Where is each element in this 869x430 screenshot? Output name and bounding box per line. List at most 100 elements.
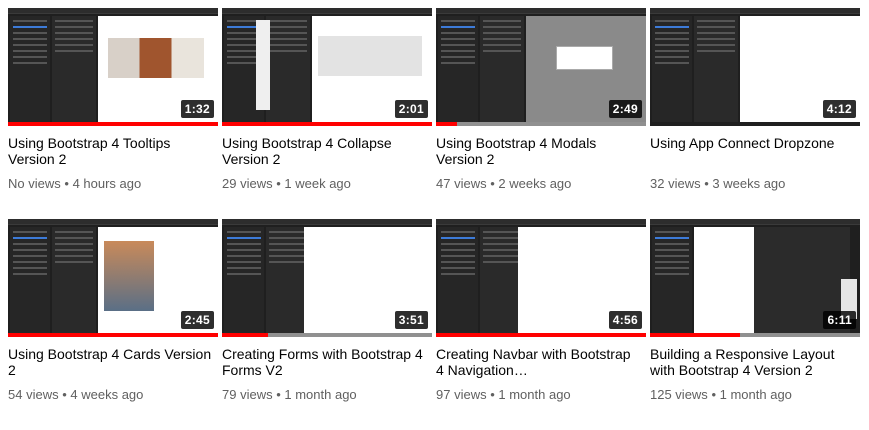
thumbnail-toolbar: [650, 8, 860, 14]
preview-image: [108, 38, 204, 78]
video-title[interactable]: Creating Navbar with Bootstrap 4 Navigat…: [436, 346, 641, 378]
video-card[interactable]: 3:51 Creating Forms with Bootstrap 4 For…: [222, 219, 432, 430]
duration-badge: 4:12: [822, 100, 856, 118]
view-count: 54 views: [8, 387, 59, 402]
video-title[interactable]: Using Bootstrap 4 Tooltips Version 2: [8, 135, 213, 167]
thumbnail-left-panel: [438, 227, 478, 333]
metadata-separator: •: [490, 176, 495, 191]
video-card[interactable]: 4:56 Creating Navbar with Bootstrap 4 Na…: [436, 219, 646, 430]
thumbnail-toolbar: [436, 219, 646, 225]
video-metadata: 79 views • 1 month ago: [222, 387, 432, 403]
duration-badge: 4:56: [608, 311, 642, 329]
video-title[interactable]: Using Bootstrap 4 Cards Version 2: [8, 346, 213, 378]
watch-progress-bar: [436, 122, 646, 126]
view-count: 29 views: [222, 176, 273, 191]
video-thumbnail[interactable]: 6:11: [650, 219, 860, 337]
video-metadata: No views • 4 hours ago: [8, 176, 218, 192]
preview-image: [104, 241, 154, 311]
view-count: 47 views: [436, 176, 487, 191]
thumbnail-properties-panel: [52, 227, 96, 333]
thumbnail-toolbar: [222, 219, 432, 225]
upload-age: 4 weeks ago: [70, 387, 144, 402]
video-metadata: 47 views • 2 weeks ago: [436, 176, 646, 192]
view-count: 32 views: [650, 176, 701, 191]
video-title[interactable]: Using Bootstrap 4 Modals Version 2: [436, 135, 641, 167]
view-count: 125 views: [650, 387, 708, 402]
video-thumbnail[interactable]: 2:45: [8, 219, 218, 337]
thumbnail-toolbar: [8, 219, 218, 225]
thumbnail-properties-panel: [480, 16, 524, 122]
duration-badge: 6:11: [823, 311, 856, 329]
video-thumbnail[interactable]: 2:49: [436, 8, 646, 126]
video-thumbnail[interactable]: 2:01: [222, 8, 432, 126]
thumbnail-left-panel: [652, 16, 692, 122]
thumbnail-properties-panel: [266, 16, 310, 122]
view-count: No views: [8, 176, 61, 191]
video-title[interactable]: Using Bootstrap 4 Collapse Version 2: [222, 135, 427, 167]
video-metadata: 54 views • 4 weeks ago: [8, 387, 218, 403]
video-card[interactable]: 4:12 Using App Connect Dropzone 32 views…: [650, 8, 860, 219]
upload-age: 2 weeks ago: [498, 176, 572, 191]
metadata-separator: •: [704, 176, 709, 191]
watch-progress-fill: [8, 333, 218, 337]
duration-badge: 2:45: [180, 311, 214, 329]
video-title[interactable]: Creating Forms with Bootstrap 4 Forms V2: [222, 346, 427, 378]
metadata-separator: •: [276, 176, 281, 191]
video-metadata: 97 views • 1 month ago: [436, 387, 646, 403]
view-count: 97 views: [436, 387, 487, 402]
thumbnail-left-panel: [652, 227, 692, 333]
upload-age: 1 month ago: [498, 387, 571, 402]
thumbnail-toolbar: [650, 219, 860, 225]
watch-progress-bar: [8, 333, 218, 337]
thumbnail-left-panel: [10, 16, 50, 122]
video-metadata: 29 views • 1 week ago: [222, 176, 432, 192]
thumbnail-toolbar: [222, 8, 432, 14]
thumbnail-preview: [694, 227, 754, 333]
watch-progress-fill: [650, 333, 741, 337]
thumbnail-properties-panel: [694, 16, 738, 122]
video-card[interactable]: 2:01 Using Bootstrap 4 Collapse Version …: [222, 8, 432, 219]
thumbnail-left-panel: [10, 227, 50, 333]
video-thumbnail[interactable]: 3:51: [222, 219, 432, 337]
video-card[interactable]: 1:32 Using Bootstrap 4 Tooltips Version …: [8, 8, 218, 219]
video-metadata: 125 views • 1 month ago: [650, 387, 860, 403]
video-card[interactable]: 2:45 Using Bootstrap 4 Cards Version 2 5…: [8, 219, 218, 430]
view-count: 79 views: [222, 387, 273, 402]
upload-age: 1 month ago: [284, 387, 357, 402]
thumbnail-toolbar: [436, 8, 646, 14]
video-grid: 1:32 Using Bootstrap 4 Tooltips Version …: [8, 8, 860, 430]
thumbnail-left-panel: [224, 227, 264, 333]
metadata-separator: •: [64, 176, 69, 191]
preview-image: [318, 36, 422, 76]
preview-modal: [556, 46, 613, 70]
video-metadata: 32 views • 3 weeks ago: [650, 176, 860, 192]
duration-badge: 1:32: [180, 100, 214, 118]
watch-progress-fill: [222, 333, 269, 337]
video-title[interactable]: Building a Responsive Layout with Bootst…: [650, 346, 855, 378]
thumbnail-toolbar: [8, 8, 218, 14]
metadata-separator: •: [276, 387, 281, 402]
upload-age: 4 hours ago: [72, 176, 142, 191]
upload-age: 1 week ago: [284, 176, 351, 191]
video-thumbnail[interactable]: 4:56: [436, 219, 646, 337]
metadata-separator: •: [62, 387, 67, 402]
watch-progress-fill: [436, 122, 457, 126]
watch-progress-bar: [222, 333, 432, 337]
video-card[interactable]: 2:49 Using Bootstrap 4 Modals Version 2 …: [436, 8, 646, 219]
video-thumbnail[interactable]: 1:32: [8, 8, 218, 126]
thumbnail-properties-panel: [52, 16, 96, 122]
watch-progress-bar: [222, 122, 432, 126]
upload-age: 3 weeks ago: [712, 176, 786, 191]
metadata-separator: •: [490, 387, 495, 402]
video-thumbnail[interactable]: 4:12: [650, 8, 860, 126]
dropdown-menu: [256, 20, 270, 110]
upload-age: 1 month ago: [719, 387, 792, 402]
duration-badge: 2:49: [608, 100, 642, 118]
video-card[interactable]: 6:11 Building a Responsive Layout with B…: [650, 219, 860, 430]
metadata-separator: •: [711, 387, 716, 402]
duration-badge: 2:01: [394, 100, 428, 118]
watch-progress-fill: [222, 122, 432, 126]
video-title[interactable]: Using App Connect Dropzone: [650, 135, 855, 167]
watch-progress-bar: [650, 333, 860, 337]
watch-progress-bar: [436, 333, 646, 337]
